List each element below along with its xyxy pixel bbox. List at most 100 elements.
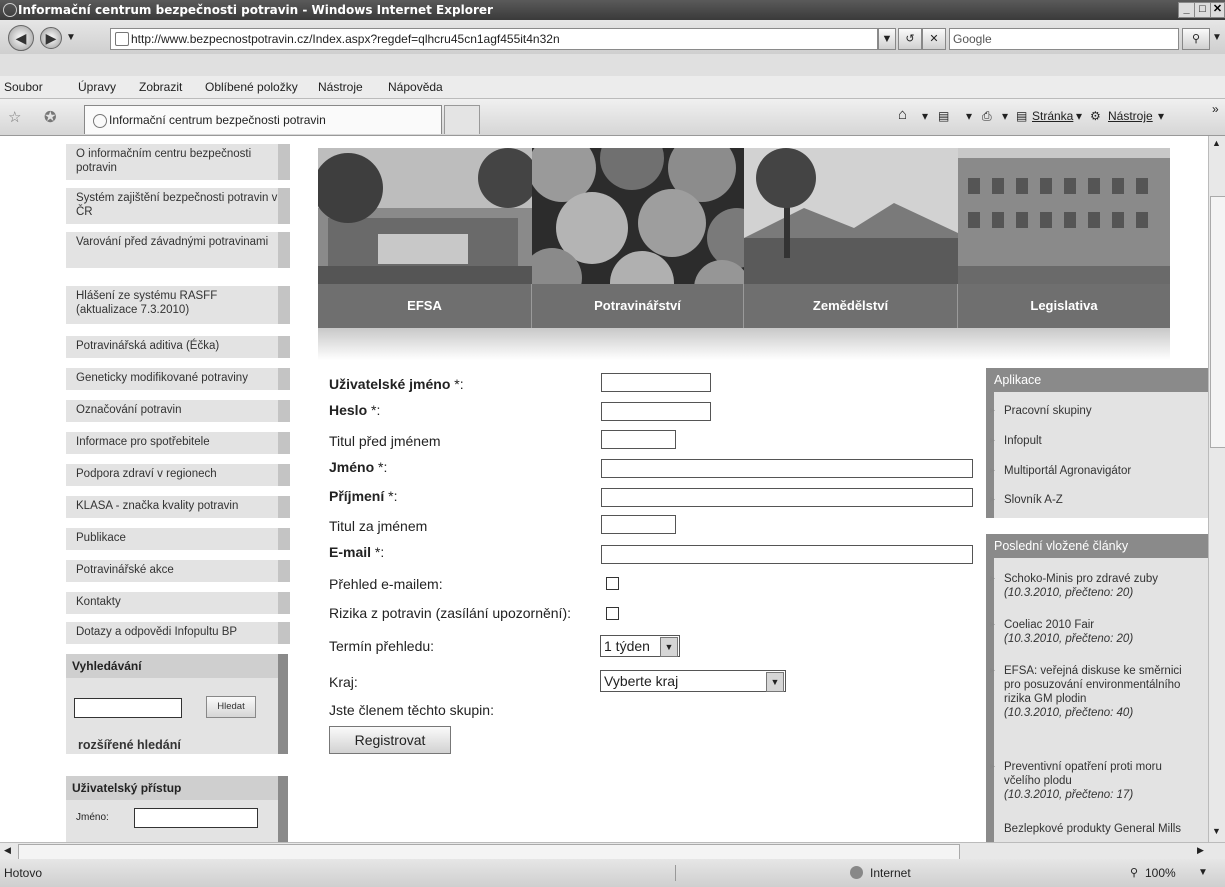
sidebar-item-contacts[interactable]: Kontakty (66, 592, 290, 614)
banner-potravinarstvi[interactable]: Potravinářství (532, 284, 744, 328)
scroll-up-icon[interactable]: ▲ (1212, 138, 1221, 148)
advanced-search-link[interactable]: rozšířené hledání (78, 738, 181, 752)
banner-efsa[interactable]: EFSA (318, 284, 532, 328)
back-button[interactable]: ◀ (8, 25, 34, 51)
scrollbar-thumb[interactable] (1210, 196, 1225, 448)
scroll-down-icon[interactable]: ▼ (1212, 826, 1221, 836)
tools-menu[interactable]: Nástroje (1108, 109, 1153, 123)
page-menu[interactable]: Stránka (1032, 109, 1073, 123)
app-item[interactable]: Multiportál Agronavigátor (990, 464, 1131, 478)
feeds-dropdown-icon[interactable]: ▾ (966, 109, 972, 123)
article-item[interactable]: EFSA: veřejná diskuse ke směrnici pro po… (990, 664, 1184, 720)
new-tab-button[interactable] (444, 105, 480, 134)
toolbar-spacer (0, 54, 1225, 76)
vertical-scrollbar[interactable]: ▲ ▼ (1208, 136, 1225, 842)
title-before-input[interactable] (601, 430, 676, 449)
search-icon[interactable]: ⚲ (1182, 28, 1210, 50)
app-item[interactable]: Infopult (990, 434, 1042, 448)
favorites-star-icon[interactable]: ☆ (8, 108, 21, 126)
password-input[interactable] (601, 402, 711, 421)
refresh-icon[interactable]: ↺ (898, 28, 922, 50)
app-item[interactable]: Slovník A-Z (990, 493, 1063, 507)
risks-checkbox[interactable] (606, 607, 619, 620)
hscrollbar-thumb[interactable] (18, 844, 960, 860)
address-dropdown-icon[interactable]: ▼ (878, 28, 896, 50)
add-favorites-icon[interactable]: ✪ (44, 108, 57, 126)
sidebar-item-rasff[interactable]: Hlášení ze systému RASFF (aktualizace 7.… (66, 286, 290, 324)
sidebar-item-faq[interactable]: Dotazy a odpovědi Infopultu BP (66, 622, 290, 644)
zoom-icon: ⚲ (1130, 867, 1139, 879)
menu-file[interactable]: Soubor (4, 76, 43, 98)
print-icon[interactable]: ⎙ (982, 109, 992, 124)
menu-favorites[interactable]: Oblíbené položky (205, 76, 298, 98)
login-name-input[interactable] (134, 808, 258, 828)
maximize-button[interactable]: □ (1194, 2, 1211, 18)
print-dropdown-icon[interactable]: ▾ (1002, 109, 1008, 123)
home-dropdown-icon[interactable]: ▾ (922, 109, 928, 123)
sidebar-item-about[interactable]: O informačním centru bezpečnosti potravi… (66, 144, 290, 180)
sidebar-item-labeling[interactable]: Označování potravin (66, 400, 290, 422)
username-label: Uživatelské jméno *: (329, 376, 464, 392)
overview-email-checkbox[interactable] (606, 577, 619, 590)
email-input[interactable] (601, 545, 973, 564)
tab-current[interactable]: Informační centrum bezpečnosti potravin (84, 105, 442, 134)
banner-legislativa[interactable]: Legislativa (958, 284, 1170, 328)
app-item[interactable]: Pracovní skupiny (990, 404, 1092, 418)
article-item[interactable]: Schoko-Minis pro zdravé zuby (10.3.2010,… (990, 572, 1200, 600)
minimize-button[interactable]: _ (1178, 2, 1195, 18)
first-name-input[interactable] (601, 459, 973, 478)
sidebar-item-publications[interactable]: Publikace (66, 528, 290, 550)
region-select[interactable]: Vyberte kraj ▼ (600, 670, 786, 692)
last-name-input[interactable] (601, 488, 973, 507)
site-search-input[interactable] (74, 698, 182, 718)
tools-dropdown-icon[interactable]: ▾ (1158, 109, 1164, 123)
title-after-input[interactable] (601, 515, 676, 534)
menu-tools[interactable]: Nástroje (318, 76, 363, 98)
article-item[interactable]: Preventivní opatření proti moru včelího … (990, 760, 1196, 802)
article-item[interactable]: Coeliac 2010 Fair (10.3.2010, přečteno: … (990, 618, 1200, 646)
sidebar-item-consumers[interactable]: Informace pro spotřebitele (66, 432, 290, 454)
search-options-icon[interactable]: ▼ (1212, 32, 1222, 43)
search-button[interactable]: Hledat (206, 696, 256, 718)
banner-zemedelstvi[interactable]: Zemědělství (744, 284, 958, 328)
scroll-right-icon[interactable]: ▶ (1197, 845, 1204, 856)
overview-term-select[interactable]: 1 týden ▼ (600, 635, 680, 657)
chevron-more-icon[interactable]: » (1212, 102, 1219, 116)
forward-button[interactable]: ▶ (40, 27, 62, 49)
menu-view[interactable]: Zobrazit (139, 76, 182, 98)
sidebar-item-warnings[interactable]: Varování před závadnými potravinami (66, 232, 290, 268)
chevron-down-icon[interactable]: ▼ (766, 672, 784, 692)
zoom-dropdown-icon[interactable]: ▼ (1198, 859, 1208, 887)
username-input[interactable] (601, 373, 711, 392)
horizontal-scrollbar[interactable]: ◀ ▶ (0, 842, 1225, 860)
search-field[interactable]: Google (949, 28, 1179, 50)
close-button[interactable]: ✕ (1210, 2, 1225, 18)
register-button[interactable]: Registrovat (329, 726, 451, 754)
scroll-left-icon[interactable]: ◀ (4, 845, 11, 856)
stop-icon[interactable]: ✕ (922, 28, 946, 50)
sidebar-item-system[interactable]: Systém zajištění bezpečnosti potravin v … (66, 188, 290, 224)
tools-gear-icon: ⚙ (1090, 109, 1101, 123)
sidebar-item-gmo[interactable]: Geneticky modifikované potraviny (66, 368, 290, 390)
address-text: http://www.bezpecnostpotravin.cz/Index.a… (131, 32, 560, 46)
menu-help[interactable]: Nápověda (388, 76, 443, 98)
zoom-level[interactable]: 100% (1145, 859, 1176, 887)
apps-panel: Aplikace Pracovní skupiny Infopult Multi… (986, 368, 1208, 518)
banner-shadow (318, 328, 1170, 360)
article-item[interactable]: Bezlepkové produkty General Mills (1004, 822, 1196, 840)
sidebar-item-label: Potravinářské akce (76, 564, 174, 576)
page-dropdown-icon[interactable]: ▾ (1076, 109, 1082, 123)
title-after-label: Titul za jménem (329, 518, 428, 534)
sidebar-item-additives[interactable]: Potravinářská aditiva (Éčka) (66, 336, 290, 358)
articles-panel-strip (986, 558, 994, 842)
home-icon[interactable]: ⌂ (898, 106, 907, 123)
chevron-down-icon[interactable]: ▼ (660, 637, 678, 657)
window-title: Informační centrum bezpečnosti potravin … (18, 3, 493, 17)
history-dropdown-icon[interactable]: ▼ (66, 32, 76, 43)
feeds-icon[interactable]: ▤ (938, 109, 949, 123)
sidebar-item-events[interactable]: Potravinářské akce (66, 560, 290, 582)
sidebar-item-klasa[interactable]: KLASA - značka kvality potravin (66, 496, 290, 518)
address-field[interactable]: http://www.bezpecnostpotravin.cz/Index.a… (110, 28, 878, 50)
menu-edit[interactable]: Úpravy (78, 76, 116, 98)
sidebar-item-regions[interactable]: Podpora zdraví v regionech (66, 464, 290, 486)
